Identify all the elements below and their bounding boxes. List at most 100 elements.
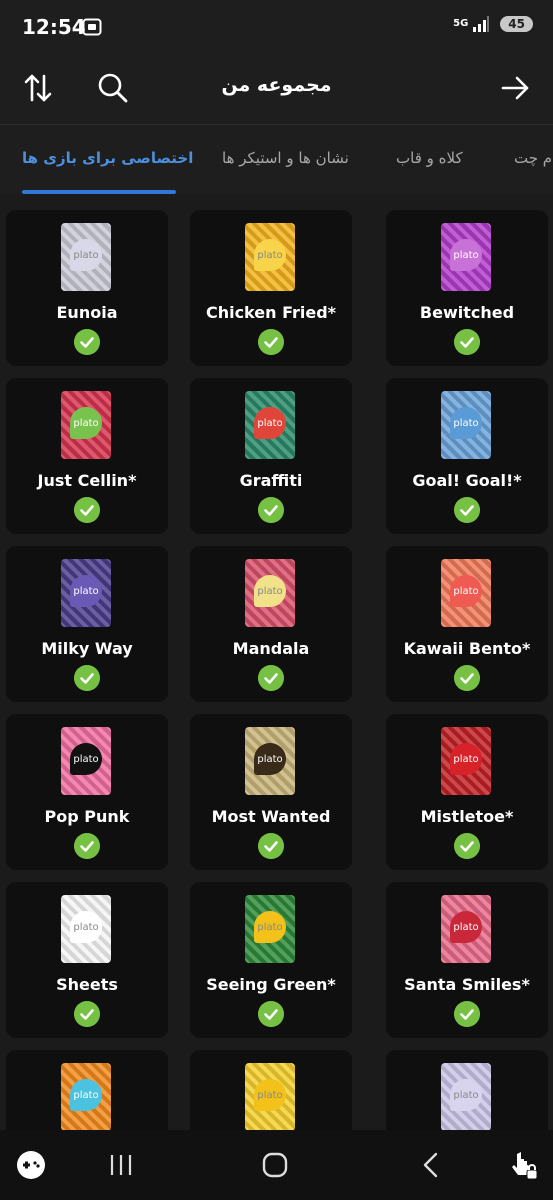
item-card[interactable]: plato xyxy=(386,1050,548,1130)
item-card[interactable]: plato Santa Smiles* xyxy=(386,882,548,1038)
item-name: Chicken Fried* xyxy=(205,303,337,322)
plato-logo: plato xyxy=(254,239,286,271)
owned-check-icon xyxy=(258,1001,284,1027)
plato-logo: plato xyxy=(70,743,102,775)
item-name: Sheets xyxy=(56,975,118,994)
item-card[interactable]: plato Chicken Fried* xyxy=(190,210,352,366)
card-artwork: plato xyxy=(61,1063,111,1130)
owned-check-icon xyxy=(454,497,480,523)
card-artwork: plato xyxy=(441,391,491,459)
game-controller-icon[interactable] xyxy=(16,1150,46,1180)
item-card[interactable]: plato Bewitched xyxy=(386,210,548,366)
owned-check-icon xyxy=(74,1001,100,1027)
card-artwork: plato xyxy=(245,223,295,291)
card-artwork: plato xyxy=(61,391,111,459)
plato-logo: plato xyxy=(450,575,482,607)
item-card[interactable]: plato xyxy=(190,1050,352,1130)
item-name: Just Cellin* xyxy=(37,471,137,490)
tab-bar: اختصاصی برای بازی ها نشان ها و استیکر ها… xyxy=(0,124,553,194)
owned-check-icon xyxy=(454,665,480,691)
item-card[interactable]: plato xyxy=(6,1050,168,1130)
card-artwork: plato xyxy=(61,559,111,627)
card-artwork: plato xyxy=(441,727,491,795)
owned-check-icon xyxy=(258,833,284,859)
item-card[interactable]: plato Mandala xyxy=(190,546,352,702)
item-name: Most Wanted xyxy=(211,807,331,826)
item-card[interactable]: plato Sheets xyxy=(6,882,168,1038)
owned-check-icon xyxy=(74,665,100,691)
item-card[interactable]: plato Seeing Green* xyxy=(190,882,352,1038)
plato-logo: plato xyxy=(70,407,102,439)
plato-logo: plato xyxy=(450,239,482,271)
tab-game-exclusives[interactable]: اختصاصی برای بازی ها xyxy=(22,149,193,167)
item-name: Eunoia xyxy=(56,303,118,322)
system-nav-bar xyxy=(0,1130,553,1200)
item-card[interactable]: plato Pop Punk xyxy=(6,714,168,870)
item-card[interactable]: plato Most Wanted xyxy=(190,714,352,870)
plato-logo: plato xyxy=(70,575,102,607)
battery-indicator: 45 xyxy=(500,16,533,32)
card-artwork: plato xyxy=(441,1063,491,1130)
owned-check-icon xyxy=(454,833,480,859)
owned-check-icon xyxy=(454,329,480,355)
plato-logo: plato xyxy=(450,407,482,439)
item-name: Goal! Goal!* xyxy=(412,471,522,490)
plato-logo: plato xyxy=(70,1079,102,1111)
owned-check-icon xyxy=(74,329,100,355)
card-artwork: plato xyxy=(245,559,295,627)
plato-logo: plato xyxy=(70,239,102,271)
tab-chat[interactable]: م چت xyxy=(514,149,552,167)
card-artwork: plato xyxy=(245,1063,295,1130)
item-name: Seeing Green* xyxy=(206,975,336,994)
plato-logo: plato xyxy=(450,911,482,943)
status-time: 12:54 xyxy=(22,15,86,39)
item-name: Mistletoe* xyxy=(420,807,514,826)
tab-badges-stickers[interactable]: نشان ها و استیکر ها xyxy=(222,149,349,167)
plato-logo: plato xyxy=(254,407,286,439)
item-name: Mandala xyxy=(232,639,310,658)
item-card[interactable]: plato Kawaii Bento* xyxy=(386,546,548,702)
plato-logo: plato xyxy=(450,743,482,775)
owned-check-icon xyxy=(454,1001,480,1027)
screen-record-icon xyxy=(82,18,102,36)
plato-logo: plato xyxy=(254,1079,286,1111)
tab-hats-frames[interactable]: کلاه و قاب xyxy=(396,149,463,167)
item-name: Graffiti xyxy=(239,471,303,490)
touch-lock-icon[interactable] xyxy=(508,1150,540,1182)
plato-logo: plato xyxy=(450,1079,482,1111)
plato-logo: plato xyxy=(254,575,286,607)
status-indicators: 5G 45 xyxy=(453,16,533,32)
status-bar: 12:54 5G 45 xyxy=(0,0,553,56)
item-name: Santa Smiles* xyxy=(404,975,530,994)
item-card[interactable]: plato Graffiti xyxy=(190,378,352,534)
network-label: 5G xyxy=(453,18,469,29)
card-artwork: plato xyxy=(441,895,491,963)
home-icon[interactable] xyxy=(260,1150,290,1180)
item-card[interactable]: plato Mistletoe* xyxy=(386,714,548,870)
signal-icon xyxy=(473,16,490,32)
card-artwork: plato xyxy=(61,223,111,291)
app-bar: مجموعه من xyxy=(0,56,553,124)
plato-logo: plato xyxy=(70,911,102,943)
owned-check-icon xyxy=(74,497,100,523)
card-artwork: plato xyxy=(245,727,295,795)
card-artwork: plato xyxy=(245,391,295,459)
owned-check-icon xyxy=(258,329,284,355)
item-card[interactable]: plato Milky Way xyxy=(6,546,168,702)
owned-check-icon xyxy=(258,497,284,523)
item-card[interactable]: plato Eunoia xyxy=(6,210,168,366)
item-card[interactable]: plato Goal! Goal!* xyxy=(386,378,548,534)
back-icon[interactable] xyxy=(416,1150,446,1180)
item-grid: plato Eunoia plato Chicken Fried* plato Bewit… xyxy=(0,194,553,1130)
card-artwork: plato xyxy=(61,727,111,795)
page-title: مجموعه من xyxy=(221,74,332,96)
item-card[interactable]: plato Just Cellin* xyxy=(6,378,168,534)
card-artwork: plato xyxy=(441,223,491,291)
recent-apps-icon[interactable] xyxy=(106,1150,136,1180)
owned-check-icon xyxy=(74,833,100,859)
item-name: Milky Way xyxy=(41,639,133,658)
item-name: Kawaii Bento* xyxy=(403,639,531,658)
arrow-right-icon[interactable] xyxy=(497,70,533,106)
item-name: Pop Punk xyxy=(44,807,130,826)
card-artwork: plato xyxy=(441,559,491,627)
